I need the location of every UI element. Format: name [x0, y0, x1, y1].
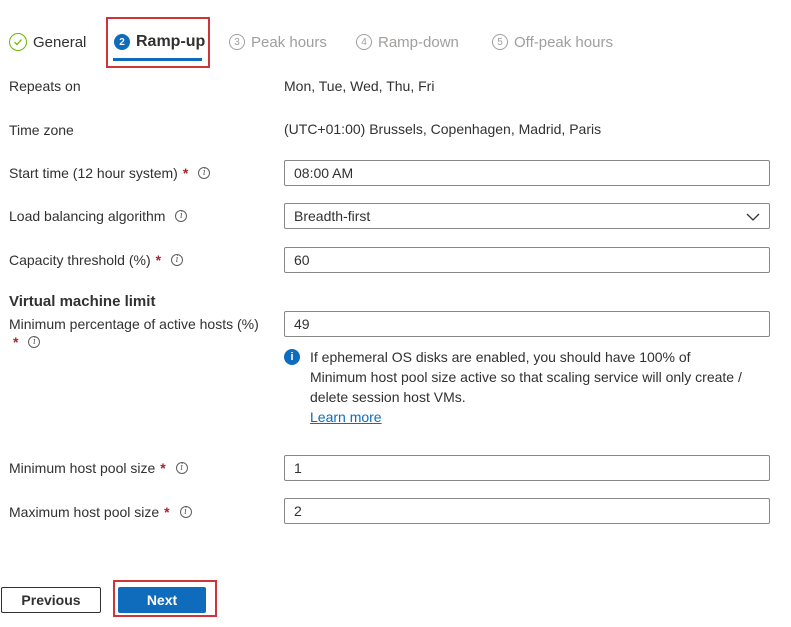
load-balancing-label: Load balancing algorithm i	[9, 208, 188, 224]
learn-more-link[interactable]: Learn more	[310, 409, 382, 425]
tab-general[interactable]: General	[9, 28, 86, 56]
input-value: 2	[294, 503, 302, 519]
previous-button[interactable]: Previous	[1, 587, 101, 613]
select-value: Breadth-first	[294, 208, 371, 224]
capacity-threshold-input[interactable]: 60	[284, 247, 770, 273]
time-zone-value: (UTC+01:00) Brussels, Copenhagen, Madrid…	[284, 121, 602, 137]
info-icon[interactable]: i	[175, 462, 188, 474]
required-marker: *	[155, 252, 162, 268]
label-text: Maximum host pool size	[9, 504, 160, 520]
tab-peak-hours[interactable]: 3 Peak hours	[229, 28, 327, 56]
required-marker: *	[13, 334, 19, 350]
label-text: Capacity threshold (%)	[9, 252, 151, 268]
info-icon[interactable]: i	[198, 167, 211, 179]
section-title-vm-limit: Virtual machine limit	[9, 293, 156, 310]
label-text: Time zone	[9, 122, 74, 138]
required-marker: *	[164, 504, 170, 520]
time-zone-label: Time zone	[9, 122, 74, 138]
input-value: 08:00 AM	[294, 165, 354, 181]
label-text: Start time (12 hour system)	[9, 165, 178, 181]
min-active-hosts-label: Minimum percentage of active hosts (%)	[9, 316, 259, 332]
info-message-text: If ephemeral OS disks are enabled, you s…	[310, 347, 750, 427]
message-body: If ephemeral OS disks are enabled, you s…	[310, 349, 742, 405]
required-marker: *	[182, 165, 189, 181]
tab-label: Ramp-down	[378, 33, 459, 51]
info-icon[interactable]: i	[175, 210, 188, 222]
capacity-threshold-label: Capacity threshold (%) * i	[9, 252, 184, 268]
step-number-icon: 5	[492, 34, 508, 50]
tab-label: Peak hours	[251, 33, 327, 51]
info-message: i If ephemeral OS disks are enabled, you…	[284, 347, 754, 427]
max-pool-size-label: Maximum host pool size * i	[9, 504, 192, 520]
tab-label: Off-peak hours	[514, 33, 613, 51]
input-value: 60	[294, 252, 310, 268]
min-active-hosts-input[interactable]: 49	[284, 311, 770, 337]
label-text: Load balancing algorithm	[9, 208, 166, 224]
min-pool-size-input[interactable]: 1	[284, 455, 770, 481]
step-number-icon: 4	[356, 34, 372, 50]
min-active-hosts-label-extra: * i	[9, 334, 41, 350]
step-number-icon: 3	[229, 34, 245, 50]
start-time-label: Start time (12 hour system) * i	[9, 165, 211, 181]
tab-ramp-down[interactable]: 4 Ramp-down	[356, 28, 459, 56]
highlight-box-ramp-up	[106, 17, 210, 68]
required-marker: *	[160, 460, 166, 476]
info-icon[interactable]: i	[171, 254, 184, 266]
repeats-on-value: Mon, Tue, Wed, Thu, Fri	[284, 78, 435, 94]
label-text: Minimum host pool size	[9, 460, 156, 476]
label-text: Minimum percentage of active hosts (%)	[9, 316, 259, 332]
repeats-on-label: Repeats on	[9, 78, 81, 94]
highlight-box-next	[113, 580, 217, 617]
info-icon[interactable]: i	[28, 336, 41, 348]
input-value: 1	[294, 460, 302, 476]
start-time-input[interactable]: 08:00 AM	[284, 160, 770, 186]
input-value: 49	[294, 316, 310, 332]
checkmark-icon	[9, 33, 27, 51]
max-pool-size-input[interactable]: 2	[284, 498, 770, 524]
tab-off-peak-hours[interactable]: 5 Off-peak hours	[492, 28, 613, 56]
tab-label: General	[33, 33, 87, 51]
load-balancing-select[interactable]: Breadth-first	[284, 203, 770, 229]
info-icon[interactable]: i	[179, 506, 192, 518]
label-text: Repeats on	[9, 78, 81, 94]
min-pool-size-label: Minimum host pool size * i	[9, 460, 188, 476]
info-circle-icon: i	[284, 349, 300, 365]
chevron-down-icon	[746, 208, 760, 224]
